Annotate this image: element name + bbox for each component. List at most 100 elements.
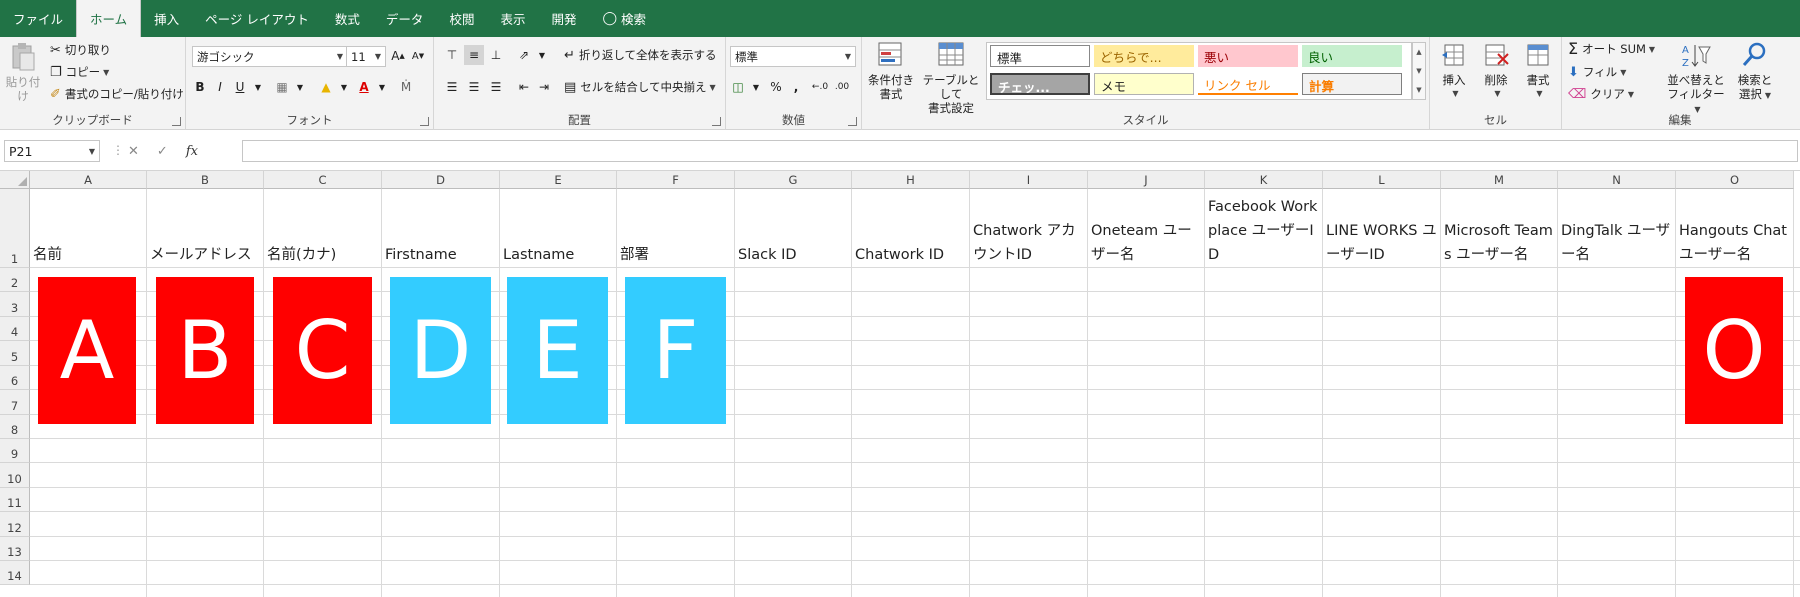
align-right-icon[interactable]: ☰ (486, 77, 506, 97)
header-cell-a[interactable]: 名前 (30, 190, 147, 267)
fill-button[interactable]: ⬇ フィル ▼ (1568, 64, 1626, 80)
font-name-select[interactable]: 游ゴシック ▼ (192, 46, 348, 67)
align-center-icon[interactable]: ☰ (464, 77, 484, 97)
italic-icon[interactable]: I (210, 77, 230, 97)
style-neutral[interactable]: どちらで... (1094, 45, 1194, 67)
column-header-b[interactable]: B (147, 171, 264, 189)
percent-icon[interactable]: % (766, 77, 786, 97)
header-cell-h[interactable]: Chatwork ID (852, 190, 970, 267)
header-cell-o[interactable]: Hangouts Chat ユーザー名 (1676, 190, 1794, 267)
header-cell-f[interactable]: 部署 (617, 190, 735, 267)
row-header-11[interactable]: 11 (0, 488, 30, 512)
header-cell-l[interactable]: LINE WORKS ユーザーID (1323, 190, 1441, 267)
column-header-c[interactable]: C (264, 171, 382, 189)
copy-button[interactable]: ❐ コピー ▼ (50, 64, 109, 80)
column-header-a[interactable]: A (30, 171, 147, 189)
enter-icon[interactable]: ✓ (157, 144, 168, 159)
style-linked-cell[interactable]: リンク セル (1198, 73, 1298, 95)
style-normal[interactable]: 標準 (990, 45, 1090, 67)
shape-e[interactable]: E (507, 277, 608, 424)
row-header-8[interactable]: 8 (0, 415, 30, 439)
shape-c[interactable]: C (273, 277, 372, 424)
header-cell-c[interactable]: 名前(カナ) (264, 190, 382, 267)
column-header-e[interactable]: E (500, 171, 617, 189)
row-header-4[interactable]: 4 (0, 317, 30, 341)
font-grow-icon[interactable]: A ▲ (388, 46, 408, 66)
style-bad[interactable]: 悪い (1198, 45, 1298, 67)
header-cell-e[interactable]: Lastname (500, 190, 617, 267)
font-color-dropdown-icon[interactable]: ▼ (372, 77, 392, 97)
row-header-7[interactable]: 7 (0, 390, 30, 415)
paste-button[interactable]: 貼り付け (2, 41, 44, 103)
orientation-icon[interactable]: ⇗ (514, 45, 534, 65)
currency-dropdown-icon[interactable]: ▼ (746, 77, 766, 97)
font-size-select[interactable]: 11 ▼ (346, 46, 386, 67)
bold-icon[interactable]: B (190, 77, 210, 97)
font-shrink-icon[interactable]: A ▼ (408, 46, 428, 66)
tab-file[interactable]: ファイル (0, 0, 76, 37)
cut-button[interactable]: ✂ 切り取り (50, 42, 111, 58)
worksheet-grid[interactable]: ABCDEFGHIJKLMNO 1 2 3 4 5 6 7 8 9 10 11 12 13 14 名前 メー… (0, 171, 1800, 597)
orientation-dropdown-icon[interactable]: ▼ (532, 45, 552, 65)
column-header-d[interactable]: D (382, 171, 500, 189)
format-painter-button[interactable]: ✐ 書式のコピー/貼り付け (50, 86, 184, 102)
header-cell-i[interactable]: Chatwork アカウントID (970, 190, 1088, 267)
format-cells-button[interactable]: 書式 ▼ (1518, 39, 1558, 101)
fill-color-dropdown-icon[interactable]: ▼ (334, 77, 354, 97)
column-header-l[interactable]: L (1323, 171, 1441, 189)
clear-button[interactable]: ⌫ クリア ▼ (1568, 86, 1634, 102)
tab-view[interactable]: 表示 (487, 0, 538, 37)
alignment-launcher-icon[interactable] (712, 117, 721, 126)
font-color-icon[interactable]: A (354, 77, 374, 97)
sort-filter-button[interactable]: AZ 並べ替えと フィルター▼ (1666, 39, 1726, 117)
column-header-h[interactable]: H (852, 171, 970, 189)
increase-indent-icon[interactable]: ⇥ (534, 77, 554, 97)
select-all-corner[interactable] (0, 171, 30, 189)
autosum-button[interactable]: Σ オート SUM ▼ (1568, 41, 1655, 57)
header-cell-m[interactable]: Microsoft Teams ユーザー名 (1441, 190, 1558, 267)
tab-insert[interactable]: 挿入 (141, 0, 192, 37)
row-header-6[interactable]: 6 (0, 366, 30, 390)
tell-me-search[interactable]: ◯ 検索 (589, 0, 659, 37)
column-header-i[interactable]: I (970, 171, 1088, 189)
row-header-9[interactable]: 9 (0, 439, 30, 463)
tab-developer[interactable]: 開発 (538, 0, 589, 37)
column-header-j[interactable]: J (1088, 171, 1205, 189)
decrease-decimal-icon[interactable]: .00 (832, 77, 852, 97)
row-header-2[interactable]: 2 (0, 268, 30, 292)
row-header-1[interactable]: 1 (0, 189, 30, 268)
find-select-button[interactable]: 検索と 選択 ▼ (1730, 39, 1780, 103)
decrease-indent-icon[interactable]: ⇤ (514, 77, 534, 97)
style-calculation[interactable]: 計算 (1302, 73, 1402, 95)
tab-home[interactable]: ホーム (76, 0, 142, 37)
column-header-k[interactable]: K (1205, 171, 1323, 189)
header-cell-b[interactable]: メールアドレス (147, 190, 264, 267)
border-icon[interactable]: ▦ (272, 77, 292, 97)
border-dropdown-icon[interactable]: ▼ (290, 77, 310, 97)
merge-center-button[interactable]: ▤ セルを結合して中央揃え ▼ (564, 79, 716, 95)
row-header-14[interactable]: 14 (0, 561, 30, 585)
style-note[interactable]: メモ (1094, 73, 1194, 95)
shape-d[interactable]: D (390, 277, 491, 424)
font-launcher-icon[interactable] (420, 117, 429, 126)
style-good[interactable]: 良い (1302, 45, 1402, 67)
header-cell-g[interactable]: Slack ID (735, 190, 852, 267)
wrap-text-button[interactable]: ↵ 折り返して全体を表示する (564, 47, 717, 63)
name-box[interactable]: P21 ▼ (4, 140, 100, 162)
comma-icon[interactable]: , (786, 77, 806, 97)
gallery-scroll[interactable]: ▲ ▼ ▼ (1412, 42, 1426, 100)
header-cell-k[interactable]: Facebook Workplace ユーザーID (1205, 190, 1323, 267)
conditional-format-button[interactable]: 条件付き 書式 (866, 39, 916, 101)
column-header-o[interactable]: O (1676, 171, 1794, 189)
insert-cells-button[interactable]: 挿入 ▼ (1434, 39, 1474, 101)
underline-dropdown-icon[interactable]: ▼ (248, 77, 268, 97)
number-launcher-icon[interactable] (848, 117, 857, 126)
currency-icon[interactable]: ◫ (728, 77, 748, 97)
increase-decimal-icon[interactable]: ←.0 (810, 77, 830, 97)
shape-o[interactable]: O (1685, 277, 1783, 424)
shape-a[interactable]: A (38, 277, 136, 424)
style-check-cell[interactable]: チェッ... (990, 73, 1090, 95)
header-cell-n[interactable]: DingTalk ユーザー名 (1558, 190, 1676, 267)
fill-color-icon[interactable]: ▲ (316, 77, 336, 97)
row-header-3[interactable]: 3 (0, 292, 30, 317)
